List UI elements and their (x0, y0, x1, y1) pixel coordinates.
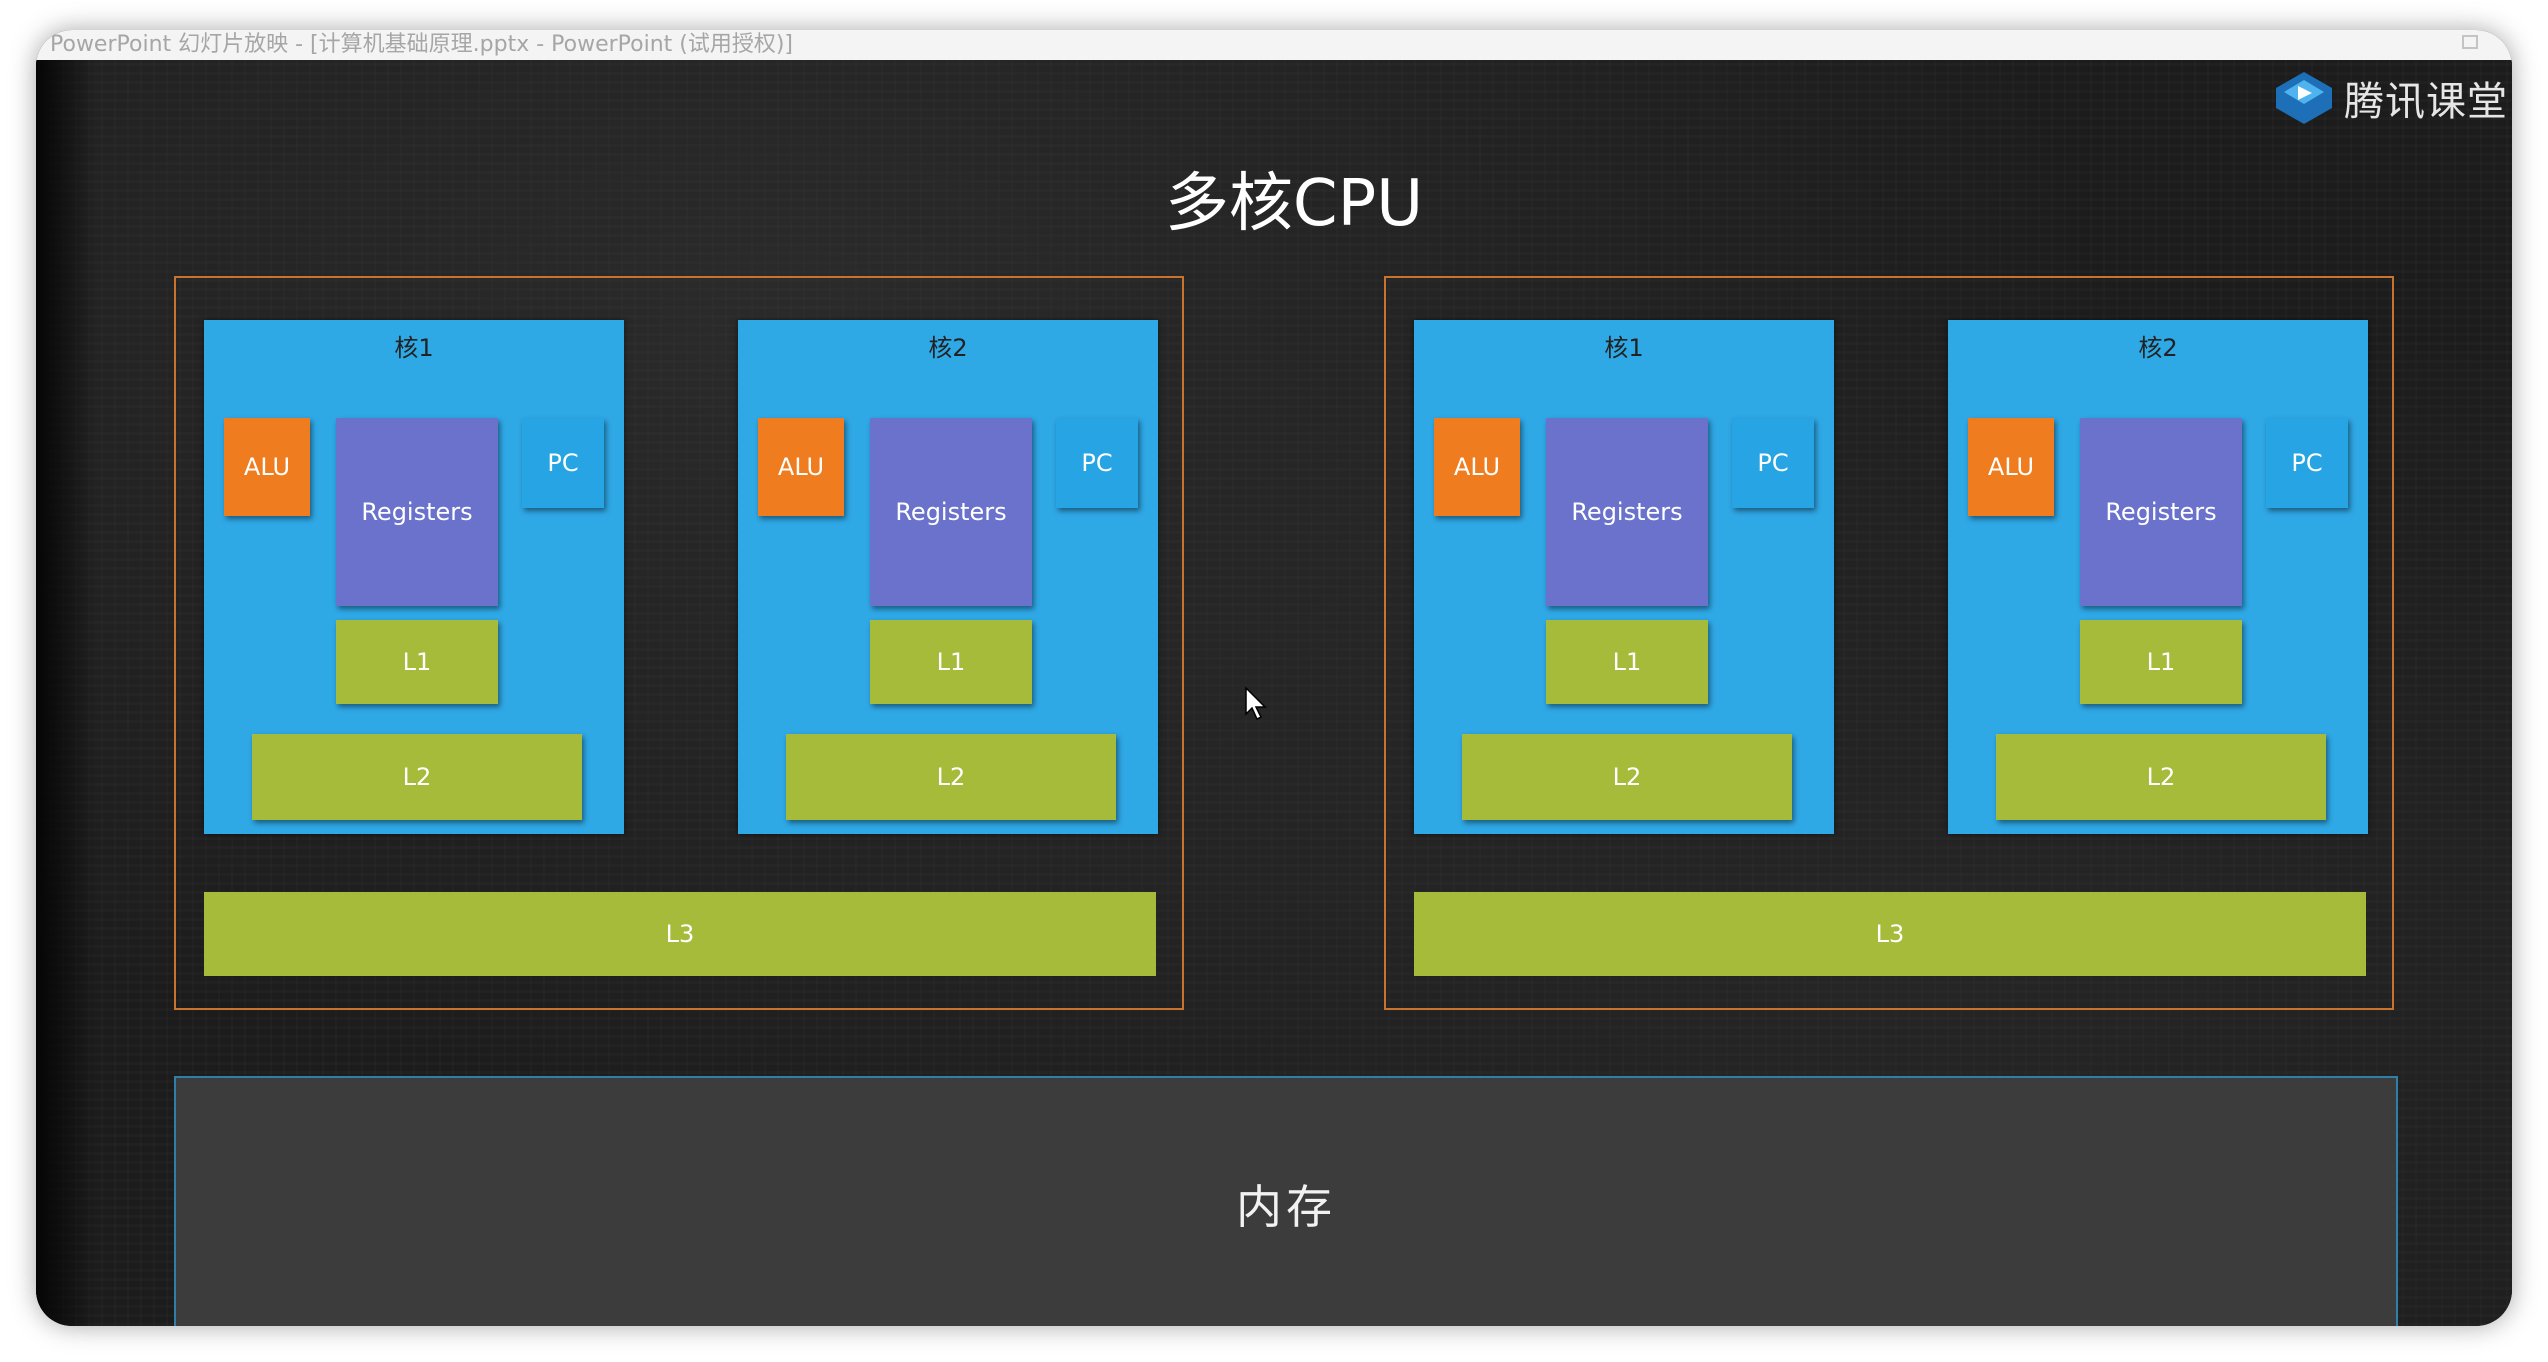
cpu-package-2: 核1 ALU Registers PC L1 L2 核2 ALU Registe… (1384, 276, 2394, 1010)
alu-block: ALU (1968, 418, 2054, 516)
core-box: 核1 ALU Registers PC L1 L2 (204, 320, 624, 834)
core-box: 核2 ALU Registers PC L1 L2 (738, 320, 1158, 834)
l3-cache-block: L3 (204, 892, 1156, 976)
slide[interactable]: 腾讯课堂 多核CPU 核1 ALU Registers PC L1 L2 核2 … (36, 60, 2512, 1326)
l2-cache-block: L2 (1996, 734, 2326, 820)
registers-block: Registers (870, 418, 1032, 606)
l2-cache-block: L2 (1462, 734, 1792, 820)
slide-edge-shadow (36, 60, 96, 1326)
window-title: PowerPoint 幻灯片放映 - [计算机基础原理.pptx - Power… (50, 32, 794, 57)
core-label: 核1 (394, 334, 434, 362)
core-box: 核2 ALU Registers PC L1 L2 (1948, 320, 2368, 834)
alu-block: ALU (758, 418, 844, 516)
core-label: 核2 (2138, 334, 2178, 362)
presentation-window: PowerPoint 幻灯片放映 - [计算机基础原理.pptx - Power… (36, 30, 2512, 1326)
tencent-classroom-play-icon (2276, 72, 2332, 124)
l1-cache-block: L1 (1546, 620, 1708, 704)
tencent-classroom-logo: 腾讯课堂 (2272, 68, 2508, 128)
pc-block: PC (522, 418, 604, 508)
alu-block: ALU (224, 418, 310, 516)
mouse-pointer-icon (1245, 686, 1267, 721)
l2-cache-block: L2 (252, 734, 582, 820)
slide-title: 多核CPU (1164, 167, 1424, 241)
core-box: 核1 ALU Registers PC L1 L2 (1414, 320, 1834, 834)
l3-cache-block: L3 (1414, 892, 2366, 976)
l2-cache-block: L2 (786, 734, 1116, 820)
l1-cache-block: L1 (2080, 620, 2242, 704)
l1-cache-block: L1 (336, 620, 498, 704)
pc-block: PC (1732, 418, 1814, 508)
window-titlebar: PowerPoint 幻灯片放映 - [计算机基础原理.pptx - Power… (36, 30, 2512, 60)
cpu-package-1: 核1 ALU Registers PC L1 L2 核2 ALU Registe… (174, 276, 1184, 1010)
logo-text: 腾讯课堂 (2344, 79, 2508, 125)
core-label: 核2 (928, 334, 968, 362)
registers-block: Registers (1546, 418, 1708, 606)
registers-block: Registers (336, 418, 498, 606)
pc-block: PC (1056, 418, 1138, 508)
l1-cache-block: L1 (870, 620, 1032, 704)
alu-block: ALU (1434, 418, 1520, 516)
core-label: 核1 (1604, 334, 1644, 362)
restore-window-icon[interactable] (2462, 35, 2478, 49)
memory-block: 内存 (174, 1076, 2398, 1326)
pc-block: PC (2266, 418, 2348, 508)
registers-block: Registers (2080, 418, 2242, 606)
